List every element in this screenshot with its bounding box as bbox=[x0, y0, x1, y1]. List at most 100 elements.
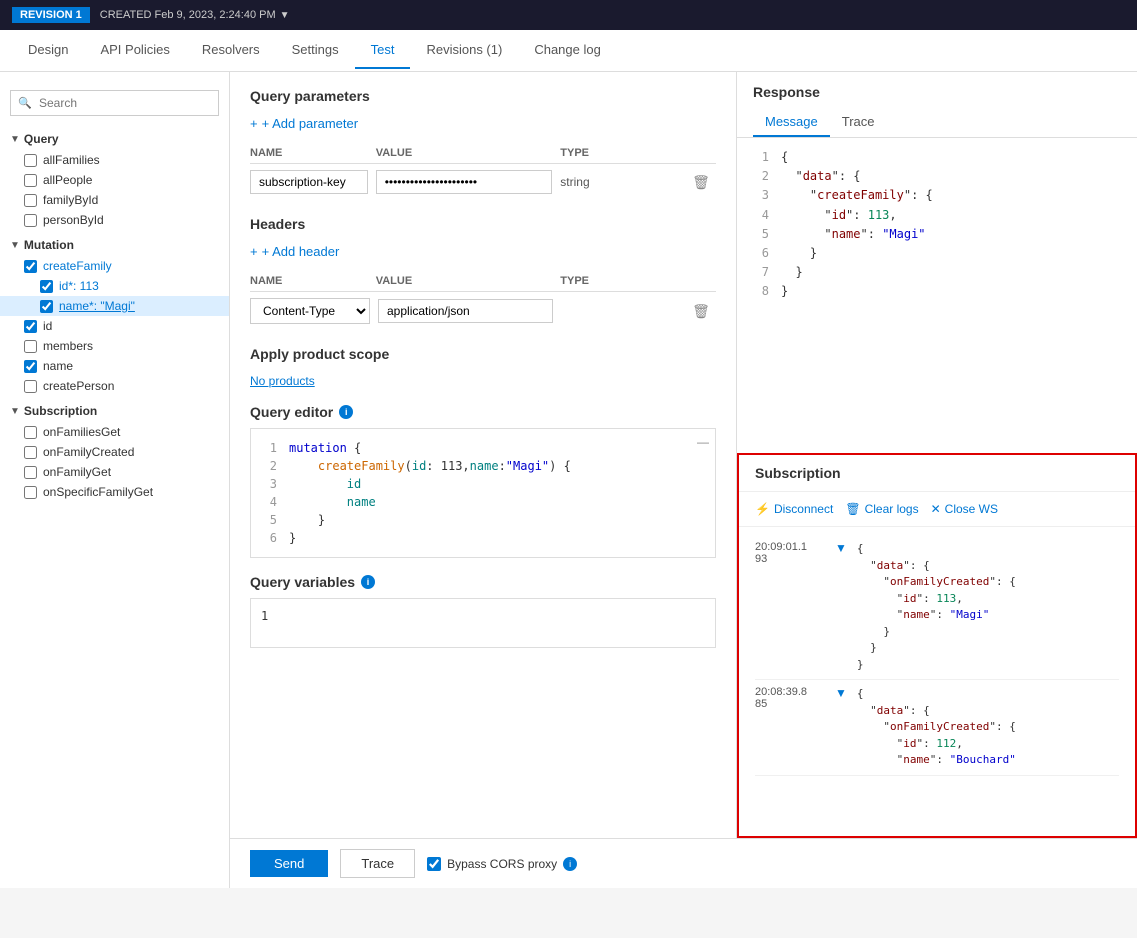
sidebar-item-id113[interactable]: id*: 113 bbox=[0, 276, 229, 296]
sidebar-item-createPerson[interactable]: createPerson bbox=[0, 376, 229, 396]
query-editor-code[interactable]: — 1 mutation { 2 createFamily(id: 113, n… bbox=[250, 428, 716, 558]
log-arrow-1: ▼ bbox=[835, 686, 847, 769]
checkbox-allPeople[interactable] bbox=[24, 174, 37, 187]
sidebar-item-allFamilies[interactable]: allFamilies bbox=[0, 150, 229, 170]
sidebar-section-mutation: ▼ Mutation createFamily id*: 113 name*: … bbox=[0, 234, 229, 396]
sidebar-item-nameMagi[interactable]: name*: "Magi" bbox=[0, 296, 229, 316]
sidebar-item-onFamilyCreated[interactable]: onFamilyCreated bbox=[0, 442, 229, 462]
delete-param-0[interactable]: 🗑 bbox=[686, 174, 716, 191]
add-param-link[interactable]: + + Add parameter bbox=[250, 116, 716, 131]
code-line-1: 1 mutation { bbox=[261, 439, 705, 457]
tab-resolvers[interactable]: Resolvers bbox=[186, 32, 276, 69]
header-value-input-0[interactable] bbox=[378, 299, 553, 323]
plus-header-icon: + bbox=[250, 244, 258, 259]
checkbox-members[interactable] bbox=[24, 340, 37, 353]
bypass-cors-info-icon[interactable]: i bbox=[563, 857, 577, 871]
sidebar-section-subscription: ▼ Subscription onFamiliesGet onFamilyCre… bbox=[0, 400, 229, 502]
tab-api-policies[interactable]: API Policies bbox=[84, 32, 185, 69]
subscription-panel-title: Subscription bbox=[739, 455, 1135, 492]
param-name-input-0[interactable] bbox=[250, 170, 368, 194]
add-header-link[interactable]: + + Add header bbox=[250, 244, 716, 259]
sidebar: 🔍 ▼ Query allFamilies allPeople familyBy… bbox=[0, 72, 230, 888]
sidebar-item-allPeople[interactable]: allPeople bbox=[0, 170, 229, 190]
param-value-input-0[interactable] bbox=[376, 170, 553, 194]
clear-logs-icon: 🗑 bbox=[845, 502, 860, 516]
json-line-1: 1{ bbox=[753, 148, 1121, 167]
checkbox-createPerson[interactable] bbox=[24, 380, 37, 393]
code-line-6: 6 } bbox=[261, 529, 705, 547]
log-time-1: 20:08:39.8 85 bbox=[755, 686, 825, 769]
minimize-editor-button[interactable]: — bbox=[697, 435, 709, 449]
query-vars-section: Query variables i 1 bbox=[250, 574, 716, 648]
checkbox-personById[interactable] bbox=[24, 214, 37, 227]
checkbox-id[interactable] bbox=[24, 320, 37, 333]
sidebar-item-onSpecificFamilyGet[interactable]: onSpecificFamilyGet bbox=[0, 482, 229, 502]
response-panel: Response Message Trace 1{ 2 "data": { 3 … bbox=[737, 72, 1137, 453]
query-params-title: Query parameters bbox=[250, 88, 716, 104]
checkbox-onFamilyCreated[interactable] bbox=[24, 446, 37, 459]
disconnect-icon: ⚡ bbox=[755, 502, 770, 516]
no-products-link[interactable]: No products bbox=[250, 374, 716, 388]
query-editor-section: Query editor i — 1 mutation { 2 createFa… bbox=[250, 404, 716, 558]
tab-change-log[interactable]: Change log bbox=[518, 32, 617, 69]
subscription-toolbar: ⚡ Disconnect 🗑 Clear logs ✕ Close WS bbox=[739, 492, 1135, 527]
sidebar-section-header-mutation[interactable]: ▼ Mutation bbox=[0, 234, 229, 256]
checkbox-nameMagi[interactable] bbox=[40, 300, 53, 313]
checkbox-name[interactable] bbox=[24, 360, 37, 373]
sidebar-item-createFamily[interactable]: createFamily bbox=[0, 256, 229, 276]
trace-button[interactable]: Trace bbox=[340, 849, 415, 878]
plus-param-icon: + bbox=[250, 116, 258, 131]
sidebar-item-onFamiliesGet[interactable]: onFamiliesGet bbox=[0, 422, 229, 442]
apply-scope-title: Apply product scope bbox=[250, 346, 716, 362]
headers-title: Headers bbox=[250, 216, 716, 232]
send-button[interactable]: Send bbox=[250, 850, 328, 877]
checkbox-onFamilyGet[interactable] bbox=[24, 466, 37, 479]
sidebar-item-familyById[interactable]: familyById bbox=[0, 190, 229, 210]
sidebar-section-header-query[interactable]: ▼ Query bbox=[0, 128, 229, 150]
sidebar-item-id[interactable]: id bbox=[0, 316, 229, 336]
sidebar-item-personById[interactable]: personById bbox=[0, 210, 229, 230]
checkbox-id113[interactable] bbox=[40, 280, 53, 293]
json-line-5: 5 "name": "Magi" bbox=[753, 225, 1121, 244]
sidebar-item-name[interactable]: name bbox=[0, 356, 229, 376]
bypass-cors-label[interactable]: Bypass CORS proxy i bbox=[427, 857, 577, 871]
content-panels: Query parameters + + Add parameter NAME … bbox=[230, 72, 1137, 838]
tab-test[interactable]: Test bbox=[355, 32, 411, 69]
checkbox-allFamilies[interactable] bbox=[24, 154, 37, 167]
chevron-down-icon[interactable]: ▼ bbox=[280, 10, 290, 21]
tab-revisions[interactable]: Revisions (1) bbox=[410, 32, 518, 69]
tab-design[interactable]: Design bbox=[12, 32, 84, 69]
clear-logs-button[interactable]: 🗑 Clear logs bbox=[845, 500, 918, 518]
checkbox-createFamily[interactable] bbox=[24, 260, 37, 273]
tab-settings[interactable]: Settings bbox=[276, 32, 355, 69]
bypass-cors-checkbox[interactable] bbox=[427, 857, 441, 871]
params-row-0: string 🗑 bbox=[250, 164, 716, 200]
query-editor-title: Query editor i bbox=[250, 404, 716, 420]
checkbox-onSpecificFamilyGet[interactable] bbox=[24, 486, 37, 499]
log-time-0: 20:09:01.1 93 bbox=[755, 541, 825, 673]
delete-header-0[interactable]: 🗑 bbox=[686, 303, 716, 320]
sidebar-section-header-subscription[interactable]: ▼ Subscription bbox=[0, 400, 229, 422]
disconnect-button[interactable]: ⚡ Disconnect bbox=[755, 500, 833, 518]
sidebar-item-members[interactable]: members bbox=[0, 336, 229, 356]
log-entry-1: 20:08:39.8 85 ▼ { "data": { "onFamilyCre… bbox=[755, 680, 1119, 776]
code-line-3: 3 id bbox=[261, 475, 705, 493]
search-input[interactable] bbox=[10, 90, 219, 116]
middle-panel: Query parameters + + Add parameter NAME … bbox=[230, 72, 737, 838]
sidebar-item-onFamilyGet[interactable]: onFamilyGet bbox=[0, 462, 229, 482]
json-line-7: 7 } bbox=[753, 263, 1121, 282]
query-editor-info-icon[interactable]: i bbox=[339, 405, 353, 419]
code-line-5: 5 } bbox=[261, 511, 705, 529]
header-name-select-0[interactable]: Content-Type bbox=[250, 298, 370, 324]
query-vars-editor[interactable]: 1 bbox=[250, 598, 716, 648]
response-tab-trace[interactable]: Trace bbox=[830, 108, 887, 137]
query-vars-info-icon[interactable]: i bbox=[361, 575, 375, 589]
chevron-query-icon: ▼ bbox=[10, 134, 20, 145]
close-ws-icon: ✕ bbox=[931, 502, 941, 516]
json-line-4: 4 "id": 113, bbox=[753, 206, 1121, 225]
close-ws-button[interactable]: ✕ Close WS bbox=[931, 500, 998, 518]
checkbox-onFamiliesGet[interactable] bbox=[24, 426, 37, 439]
checkbox-familyById[interactable] bbox=[24, 194, 37, 207]
response-tab-message[interactable]: Message bbox=[753, 108, 830, 137]
nav-tabs: Design API Policies Resolvers Settings T… bbox=[0, 30, 1137, 72]
